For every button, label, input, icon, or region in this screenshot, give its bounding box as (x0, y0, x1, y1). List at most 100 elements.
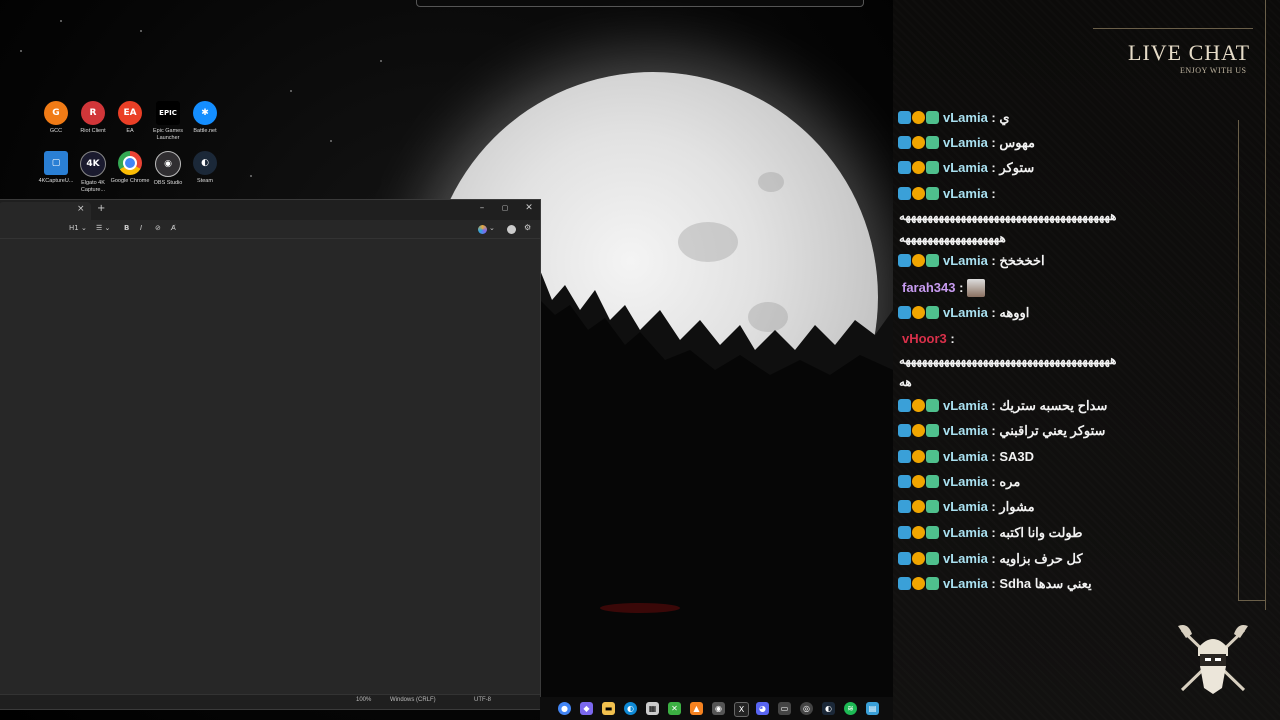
chat-long-text: ههههههههههههههههههههههههههههههههههههههه (899, 353, 1117, 367)
xbox-taskbar-icon[interactable]: ✕ (668, 702, 681, 715)
chat-text: مره (999, 474, 1021, 489)
4k-capture-utility-icon: ▢ (44, 151, 68, 175)
chat-message: vLamia : طولت وانا اكتبه (898, 525, 1082, 541)
chat-text: Sdha يعني سدها (999, 576, 1092, 591)
line-endings[interactable]: Windows (CRLF) (390, 697, 436, 703)
vlc-taskbar-icon[interactable]: ▲ (690, 702, 703, 715)
taskbar: ● ◆ ▬ ◐ ▦ ✕ ▲ ◉ X ◕ ▭ ◎ ◐ ≋ ▤ (540, 697, 893, 720)
obs-taskbar-icon[interactable]: ◎ (800, 702, 813, 715)
gcc-icon: G (44, 101, 68, 125)
chat-long-text: ههههههههههههههههههه (899, 231, 1006, 245)
user-badges (898, 306, 939, 319)
store-taskbar-icon[interactable]: ▦ (646, 702, 659, 715)
x-taskbar-icon[interactable]: X (734, 702, 749, 717)
editor-tab[interactable]: × (0, 202, 91, 220)
chat-username: vLamia (943, 525, 988, 540)
chat-username: farah343 (902, 280, 956, 295)
close-tab-button[interactable]: × (77, 204, 85, 214)
frame-line (1238, 120, 1239, 600)
star (60, 20, 62, 22)
user-badges (898, 475, 939, 488)
frame-line (1265, 0, 1266, 610)
epic-games-icon: EPIC (156, 101, 180, 125)
battlenet-icon: ✱ (193, 101, 217, 125)
star (140, 30, 142, 32)
top-search-bar[interactable] (416, 0, 864, 7)
chat-text: كل حرف بزاويه (999, 551, 1083, 566)
chat-message: vLamia : مره (898, 474, 1020, 490)
discord-taskbar-icon[interactable]: ◕ (756, 702, 769, 715)
user-badges (898, 136, 939, 149)
encoding[interactable]: UTF-8 (474, 697, 491, 703)
user-badges (898, 526, 939, 539)
account-icon[interactable] (507, 225, 516, 234)
notepad-window: × + – ▢ ✕ H1 ⌄ ☰ ⌄ B I ⊘ A̸ ⌄ ⚙ 100% Win… (0, 199, 541, 710)
editor-text-area[interactable] (0, 239, 540, 695)
window-title-bar[interactable]: × + – ▢ ✕ (0, 200, 540, 220)
chat-message: vLamia : مشوار (898, 499, 1035, 515)
star (290, 90, 292, 92)
star (250, 175, 252, 177)
list-dropdown[interactable]: ☰ ⌄ (96, 224, 110, 232)
italic-button[interactable]: I (140, 224, 142, 232)
star (20, 50, 22, 52)
frame-line (1093, 28, 1253, 29)
chat-text: ستوكر يعني تراقبني (999, 423, 1106, 438)
edge-taskbar-icon[interactable]: ◐ (624, 702, 637, 715)
obs-icon: ◉ (155, 151, 181, 177)
chat-username: vLamia (943, 186, 988, 201)
star (380, 60, 382, 62)
user-badges (898, 500, 939, 513)
chat-username: vLamia (943, 160, 988, 175)
chat-message: vHoor3 : (902, 331, 955, 346)
notepad-taskbar-icon[interactable]: ▤ (866, 702, 879, 715)
user-badges (898, 552, 939, 565)
game-taskbar-icon[interactable]: ▭ (778, 702, 791, 715)
chat-message: vLamia : Sdha يعني سدها (898, 576, 1092, 592)
desktop-icon-steam[interactable]: ◐ Steam (183, 151, 227, 185)
steam-icon: ◐ (193, 151, 217, 175)
close-window-button[interactable]: ✕ (522, 203, 536, 213)
chevron-down-icon[interactable]: ⌄ (489, 224, 495, 232)
chat-text: سداح يحسبه ستريك (999, 398, 1108, 413)
chat-username: vLamia (943, 253, 988, 268)
desktop-icon-label: Steam (197, 178, 213, 184)
moon-crater (758, 172, 784, 192)
chat-username: vLamia (943, 423, 988, 438)
user-badges (898, 450, 939, 463)
desktop-icon-battlenet[interactable]: ✱ Battle.net (183, 101, 227, 135)
chat-username: vLamia (943, 576, 988, 591)
star (330, 140, 332, 142)
red-car-light (600, 603, 680, 613)
desktop-icon-label: Battle.net (193, 128, 217, 134)
user-badges (898, 254, 939, 267)
spotify-taskbar-icon[interactable]: ≋ (844, 702, 857, 715)
chat-username: vLamia (943, 449, 988, 464)
bold-button[interactable]: B (124, 224, 129, 232)
steam-taskbar-icon[interactable]: ◐ (822, 702, 835, 715)
copilot-taskbar-icon[interactable]: ◆ (580, 702, 593, 715)
link-icon[interactable]: ⊘ (155, 224, 161, 232)
maximize-button[interactable]: ▢ (498, 204, 512, 212)
chat-username: vLamia (943, 110, 988, 125)
file-explorer-taskbar-icon[interactable]: ▬ (602, 702, 615, 715)
chrome-taskbar-icon[interactable]: ● (558, 702, 571, 715)
chat-message: vLamia : مهوس (898, 135, 1035, 151)
heading-dropdown[interactable]: H1 ⌄ (69, 224, 87, 232)
chat-message: vLamia : SA3D (898, 449, 1034, 464)
mountain-silhouette (540, 270, 893, 720)
chat-message: vLamia : كل حرف بزاويه (898, 551, 1083, 567)
chat-username: vHoor3 (902, 331, 947, 346)
minimize-button[interactable]: – (475, 203, 489, 213)
settings-gear-icon[interactable]: ⚙ (524, 223, 531, 232)
frame-line (1238, 600, 1265, 601)
formatting-toolbar: H1 ⌄ ☰ ⌄ B I ⊘ A̸ ⌄ ⚙ (0, 220, 540, 239)
zoom-level[interactable]: 100% (356, 697, 371, 703)
new-tab-button[interactable]: + (97, 203, 105, 214)
user-badges (898, 111, 939, 124)
capture-taskbar-icon[interactable]: ◉ (712, 702, 725, 715)
copilot-icon[interactable] (478, 225, 487, 234)
user-badges (898, 399, 939, 412)
chat-message: vLamia : اخخخخخ (898, 253, 1045, 269)
clear-formatting-icon[interactable]: A̸ (171, 224, 176, 232)
